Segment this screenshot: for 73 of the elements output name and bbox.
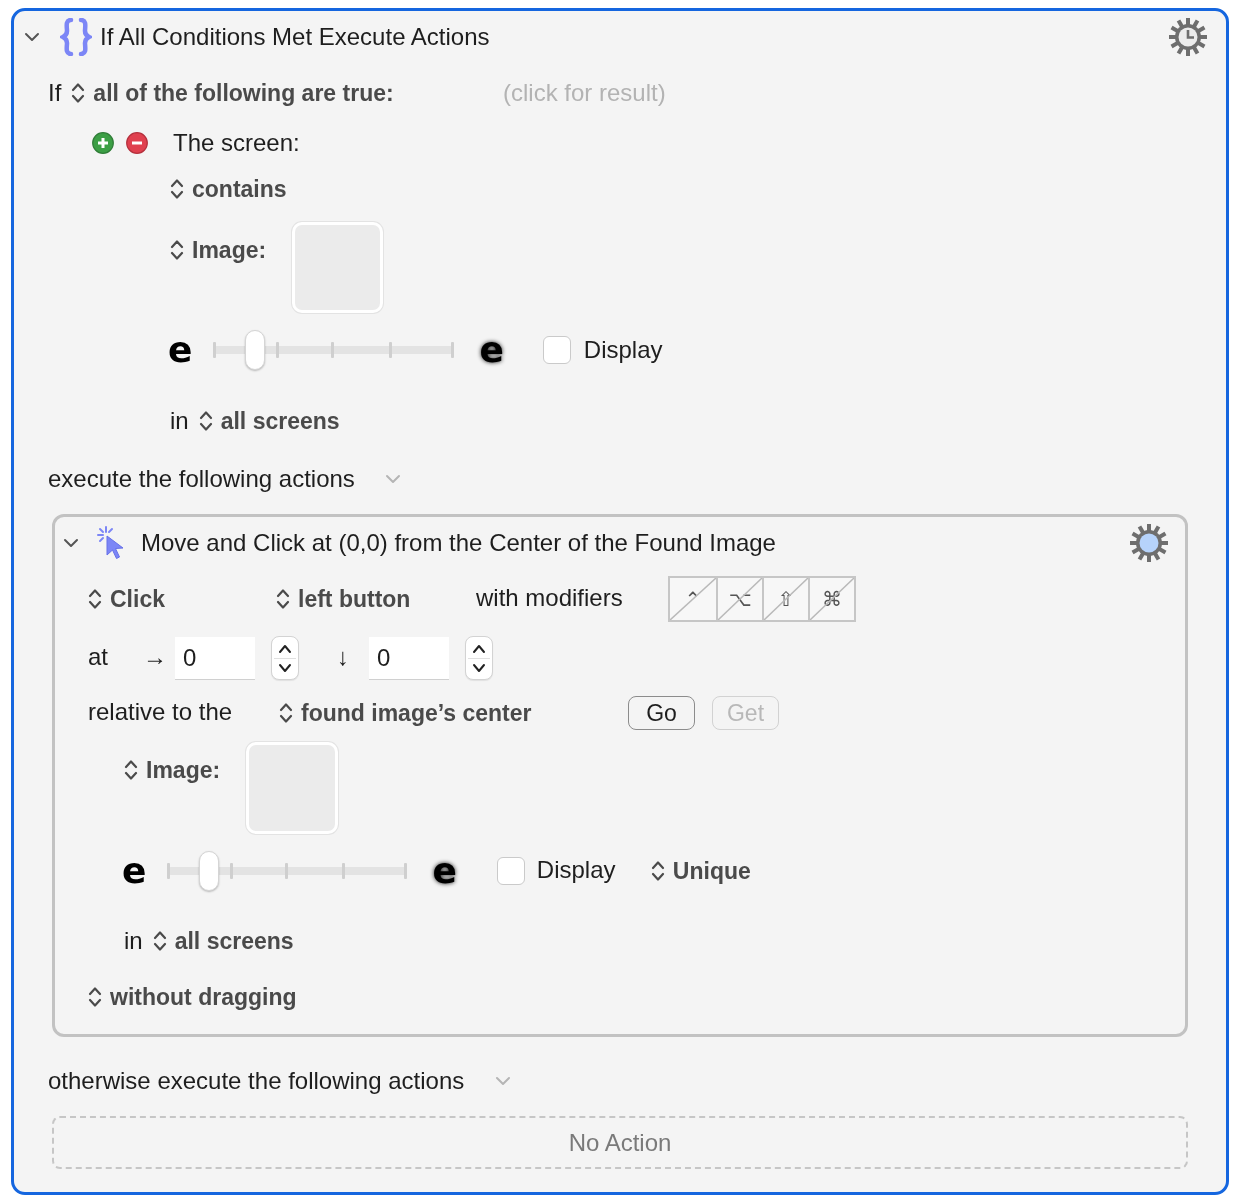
updown-icon bbox=[170, 178, 184, 200]
sharp-glyph: e bbox=[122, 853, 147, 889]
updown-icon bbox=[170, 239, 184, 261]
checkbox[interactable] bbox=[496, 857, 525, 885]
updown-icon bbox=[198, 410, 213, 432]
slash-icon bbox=[764, 578, 808, 620]
empty-actions-label: No Action bbox=[568, 1130, 672, 1155]
updown-icon bbox=[88, 588, 102, 610]
sharp-glyph: e bbox=[168, 332, 193, 368]
slider-tick bbox=[229, 863, 233, 879]
in-label: in bbox=[170, 409, 189, 433]
slider-tick bbox=[341, 863, 345, 879]
if-label: If bbox=[48, 81, 62, 105]
slash-icon bbox=[670, 578, 716, 620]
modifiers-label: with modifiers bbox=[476, 583, 623, 611]
updown-icon bbox=[152, 930, 167, 952]
popup-button[interactable]: Image: bbox=[124, 758, 221, 782]
braces-icon bbox=[60, 18, 92, 56]
input-field[interactable]: 0 bbox=[369, 636, 449, 680]
slash-icon bbox=[810, 578, 854, 620]
go-button[interactable]: Go bbox=[628, 696, 695, 730]
input-field[interactable]: 0 bbox=[175, 636, 255, 680]
add-icon[interactable] bbox=[92, 132, 114, 154]
slider-tick bbox=[284, 863, 288, 879]
section-label: otherwise execute the following actions bbox=[48, 1069, 465, 1093]
popup-button[interactable]: Click bbox=[88, 587, 165, 611]
updown-icon bbox=[650, 860, 665, 882]
action-title: Move and Click at (0,0) from the Center of the Found Image bbox=[141, 531, 776, 555]
updown-icon bbox=[71, 82, 86, 104]
popup-button[interactable]: all screens bbox=[198, 409, 340, 433]
updown-icon bbox=[124, 759, 138, 781]
popup-button[interactable]: all screens bbox=[152, 929, 294, 953]
popup-button[interactable]: without dragging bbox=[88, 985, 297, 1009]
slider-tick bbox=[213, 342, 217, 358]
popup-button[interactable]: found image’s center bbox=[279, 701, 532, 725]
slider-tick bbox=[404, 863, 408, 879]
action-title: If All Conditions Met Execute Actions bbox=[100, 25, 490, 49]
slider-thumb[interactable] bbox=[245, 330, 266, 370]
gear-icon[interactable] bbox=[1130, 524, 1168, 562]
right-arrow-glyph: → bbox=[143, 642, 167, 670]
condition-label: The screen: bbox=[173, 131, 300, 155]
checkbox-label: Display bbox=[583, 338, 663, 362]
slider-track[interactable] bbox=[168, 849, 408, 893]
checkbox[interactable] bbox=[542, 336, 571, 364]
popup-button[interactable]: Unique bbox=[650, 859, 751, 883]
modifier-key-button[interactable]: ⌥ bbox=[716, 578, 762, 620]
updown-icon bbox=[88, 986, 102, 1008]
popup-button[interactable]: contains bbox=[170, 177, 287, 201]
popup-button[interactable]: all of the following are true: bbox=[71, 81, 394, 105]
slash-icon bbox=[718, 578, 762, 620]
modifier-key-button[interactable]: ⌘ bbox=[808, 578, 854, 620]
relative-label: relative to the bbox=[88, 697, 233, 725]
at-label: at bbox=[88, 642, 108, 670]
popup-button[interactable]: left button bbox=[276, 587, 411, 611]
blurred-glyph: e bbox=[432, 849, 457, 891]
slider-tick bbox=[388, 342, 392, 358]
popup-button[interactable]: Image: bbox=[170, 238, 267, 262]
clock-gear-icon[interactable] bbox=[1169, 18, 1207, 56]
slider-track[interactable] bbox=[214, 328, 455, 372]
updown-icon bbox=[279, 702, 293, 724]
updown-icon bbox=[276, 588, 290, 610]
checkbox-label: Display bbox=[536, 855, 616, 883]
slider-tick bbox=[275, 342, 279, 358]
slider-thumb[interactable] bbox=[199, 851, 220, 891]
remove-icon[interactable] bbox=[126, 132, 148, 154]
blurred-glyph: e bbox=[479, 328, 504, 370]
in-label: in bbox=[124, 929, 143, 953]
slider-tick bbox=[167, 863, 171, 879]
down-arrow-glyph: ↓ bbox=[337, 642, 349, 670]
slider-tick bbox=[451, 342, 454, 358]
section-label: execute the following actions bbox=[48, 467, 355, 491]
slider-tick bbox=[331, 342, 334, 358]
drop-zone[interactable]: No Action bbox=[52, 1116, 1188, 1169]
